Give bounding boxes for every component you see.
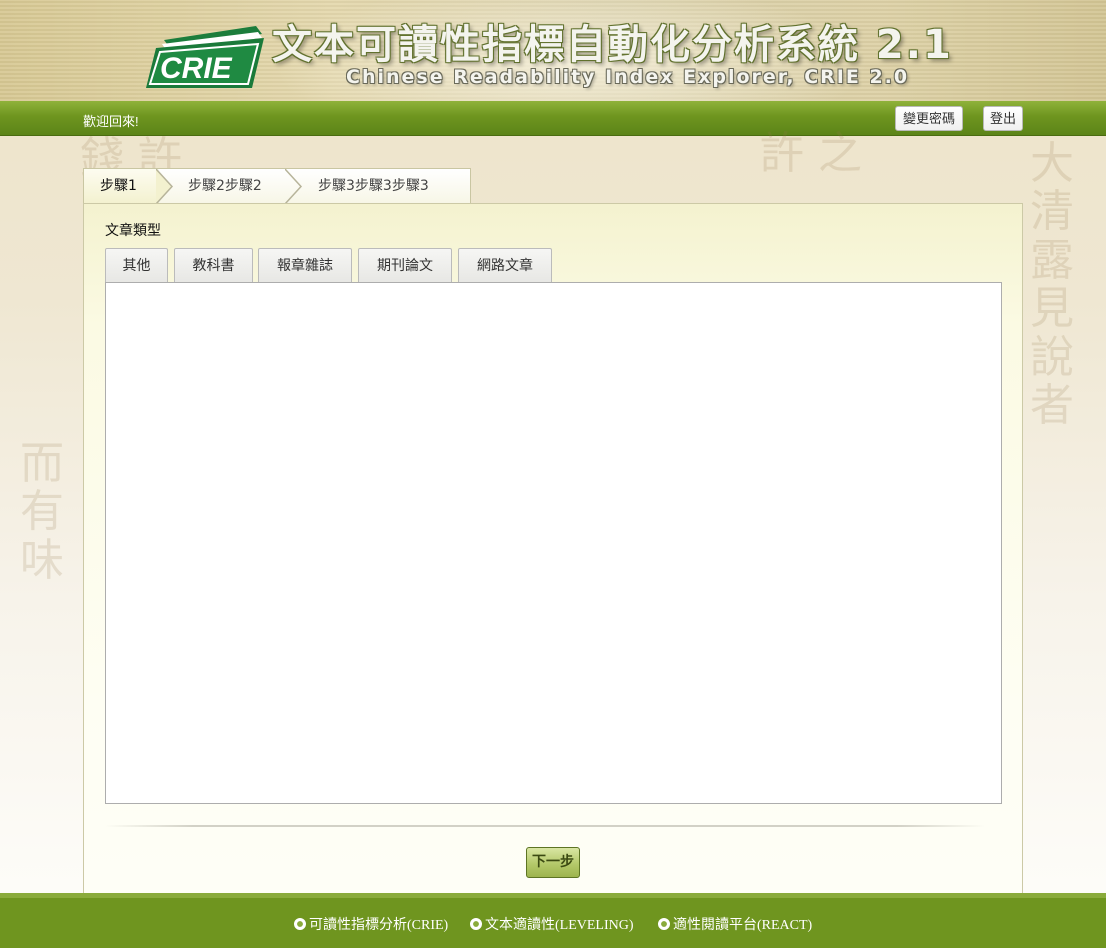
tab-web-article[interactable]: 網路文章 — [458, 248, 552, 283]
radio-bullet-icon — [294, 918, 306, 930]
header-banner: CRIE 文本可讀性指標自動化分析系統 2.1 Chinese Readabil… — [0, 0, 1106, 101]
radio-bullet-icon — [658, 918, 670, 930]
footer: 可讀性指標分析(CRIE) 文本適讀性(LEVELING) 適性閱讀平台(REA… — [0, 893, 1106, 948]
app-title: 文本可讀性指標自動化分析系統 2.1 — [272, 22, 953, 68]
divider — [105, 825, 985, 827]
tab-journal-paper[interactable]: 期刊論文 — [358, 248, 452, 283]
wizard-steps: 步驟1 步驟2步驟2 步驟3步驟3步驟3 — [83, 168, 471, 204]
background-calligraphy: 許 之 — [760, 128, 862, 179]
tab-textbook[interactable]: 教科書 — [174, 248, 253, 283]
background-calligraphy: 而有味 — [20, 438, 64, 586]
wizard-step-1[interactable]: 步驟1 — [84, 169, 159, 204]
wizard-step-3[interactable]: 步驟3步驟3步驟3 — [318, 169, 429, 204]
svg-text:CRIE: CRIE — [160, 52, 233, 85]
footer-link-crie[interactable]: 可讀性指標分析(CRIE) — [294, 914, 448, 934]
footer-link-react[interactable]: 適性閱讀平台(REACT) — [658, 914, 812, 934]
app-subtitle: Chinese Readability Index Explorer, CRIE… — [346, 66, 910, 88]
change-password-button[interactable]: 變更密碼 — [895, 106, 963, 131]
background-calligraphy: 大清 露見 說者 — [1030, 138, 1074, 431]
article-type-label: 文章類型 — [105, 223, 161, 239]
chevron-right-icon — [285, 169, 303, 204]
footer-link-leveling[interactable]: 文本適讀性(LEVELING) — [470, 914, 634, 934]
next-step-button[interactable]: 下一步 — [526, 847, 580, 878]
wizard-step-2[interactable]: 步驟2步驟2 — [188, 169, 262, 204]
tab-other[interactable]: 其他 — [105, 248, 168, 283]
article-text-input[interactable] — [105, 282, 1002, 804]
top-navbar: 歡迎回來! 變更密碼 登出 — [0, 101, 1106, 136]
footer-link-label: 可讀性指標分析(CRIE) — [309, 918, 449, 933]
radio-bullet-icon — [470, 918, 482, 930]
crie-logo: CRIE — [146, 20, 266, 88]
footer-link-label: 適性閱讀平台(REACT) — [673, 918, 813, 933]
footer-link-label: 文本適讀性(LEVELING) — [485, 918, 634, 933]
welcome-text: 歡迎回來! — [83, 114, 139, 129]
logout-button[interactable]: 登出 — [983, 106, 1023, 131]
tab-newspaper-magazine[interactable]: 報章雜誌 — [258, 248, 352, 283]
chevron-right-icon — [156, 169, 174, 204]
